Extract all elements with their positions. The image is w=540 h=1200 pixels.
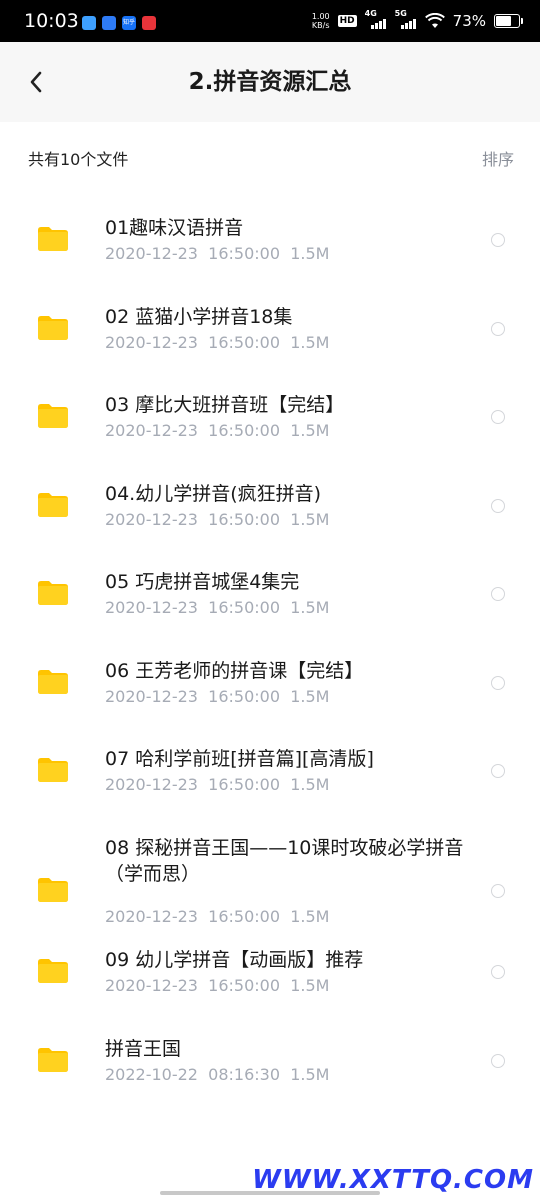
file-meta: 2020-12-23 16:50:00 1.5M bbox=[105, 775, 330, 794]
status-app-icons: 知乎 bbox=[82, 16, 156, 30]
file-row[interactable]: 02 蓝猫小学拼音18集 2020-12-23 16:50:00 1.5M bbox=[0, 302, 540, 374]
file-row[interactable]: 07 哈利学前班[拼音篇][高清版] 2020-12-23 16:50:00 1.… bbox=[0, 744, 540, 816]
wifi-icon bbox=[424, 13, 445, 28]
file-row[interactable]: 05 巧虎拼音城堡4集完 2020-12-23 16:50:00 1.5M bbox=[0, 567, 540, 639]
select-radio[interactable] bbox=[491, 499, 505, 513]
folder-icon bbox=[37, 877, 69, 903]
signal-4g-icon: 4G bbox=[364, 9, 387, 31]
folder-icon bbox=[37, 403, 69, 429]
file-meta: 2020-12-23 16:50:00 1.5M bbox=[105, 333, 330, 352]
app-notification-icon bbox=[102, 16, 116, 30]
file-meta: 2020-12-23 16:50:00 1.5M bbox=[105, 687, 330, 706]
select-radio[interactable] bbox=[491, 410, 505, 424]
file-name: 05 巧虎拼音城堡4集完 bbox=[105, 571, 300, 593]
select-radio[interactable] bbox=[491, 884, 505, 898]
status-indicators: 1.00 KB/s HD 4G 5G 73% bbox=[312, 9, 523, 33]
app-notification-icon: 知乎 bbox=[122, 16, 136, 30]
screen: 10:03 知乎 1.00 KB/s HD 4G 5G 73% 2.拼音资源汇总… bbox=[0, 0, 540, 1200]
file-meta: 2020-12-23 16:50:00 1.5M bbox=[105, 244, 330, 263]
file-name: 04.幼儿学拼音(疯狂拼音) bbox=[105, 483, 322, 505]
file-row[interactable]: 09 幼儿学拼音【动画版】推荐 2020-12-23 16:50:00 1.5M bbox=[0, 945, 540, 1017]
file-meta: 2020-12-23 16:50:00 1.5M bbox=[105, 598, 330, 617]
hd-voice-icon: HD bbox=[337, 15, 357, 27]
file-meta: 2020-12-23 16:50:00 1.5M bbox=[105, 907, 330, 926]
file-row[interactable]: 06 王芳老师的拼音课【完结】 2020-12-23 16:50:00 1.5M bbox=[0, 656, 540, 728]
signal-5g-label: 5G bbox=[394, 9, 407, 18]
battery-icon bbox=[494, 14, 523, 28]
folder-icon bbox=[37, 226, 69, 252]
app-notification-icon bbox=[82, 16, 96, 30]
file-row[interactable]: 01趣味汉语拼音 2020-12-23 16:50:00 1.5M bbox=[0, 213, 540, 285]
signal-5g-icon: 5G bbox=[394, 9, 417, 31]
nav-header: 2.拼音资源汇总 bbox=[0, 42, 540, 122]
page-title: 2.拼音资源汇总 bbox=[188, 69, 352, 95]
select-radio[interactable] bbox=[491, 676, 505, 690]
file-name: 09 幼儿学拼音【动画版】推荐 bbox=[105, 949, 364, 971]
app-notification-icon bbox=[142, 16, 156, 30]
status-bar: 10:03 知乎 1.00 KB/s HD 4G 5G 73% bbox=[0, 0, 540, 42]
file-meta: 2022-10-22 08:16:30 1.5M bbox=[105, 1065, 330, 1084]
file-name: 08 探秘拼音王国——10课时攻破必学拼音（学而思） bbox=[105, 837, 464, 885]
select-radio[interactable] bbox=[491, 764, 505, 778]
folder-icon bbox=[37, 757, 69, 783]
folder-icon bbox=[37, 580, 69, 606]
file-meta: 2020-12-23 16:50:00 1.5M bbox=[105, 976, 330, 995]
select-radio[interactable] bbox=[491, 1054, 505, 1068]
file-row[interactable]: 04.幼儿学拼音(疯狂拼音) 2020-12-23 16:50:00 1.5M bbox=[0, 479, 540, 551]
select-radio[interactable] bbox=[491, 233, 505, 247]
network-speed-value: 1.00 bbox=[311, 12, 330, 21]
file-name: 07 哈利学前班[拼音篇][高清版] bbox=[105, 748, 374, 770]
file-name: 拼音王国 bbox=[105, 1038, 182, 1060]
file-name: 06 王芳老师的拼音课【完结】 bbox=[105, 660, 364, 682]
sort-button[interactable]: 排序 bbox=[482, 149, 514, 171]
file-meta: 2020-12-23 16:50:00 1.5M bbox=[105, 510, 330, 529]
file-meta: 2020-12-23 16:50:00 1.5M bbox=[105, 421, 330, 440]
file-name: 01趣味汉语拼音 bbox=[105, 217, 244, 239]
folder-icon bbox=[37, 958, 69, 984]
folder-icon bbox=[37, 1047, 69, 1073]
file-row[interactable]: 08 探秘拼音王国——10课时攻破必学拼音（学而思） 2020-12-23 16:… bbox=[0, 833, 540, 933]
file-count-label: 共有10个文件 bbox=[28, 150, 129, 169]
network-speed-unit: KB/s bbox=[311, 21, 330, 30]
battery-percent: 73% bbox=[452, 12, 486, 30]
folder-icon bbox=[37, 315, 69, 341]
file-name: 02 蓝猫小学拼音18集 bbox=[105, 306, 293, 328]
file-row[interactable]: 拼音王国 2022-10-22 08:16:30 1.5M bbox=[0, 1034, 540, 1106]
folder-icon bbox=[37, 669, 69, 695]
select-radio[interactable] bbox=[491, 587, 505, 601]
select-radio[interactable] bbox=[491, 322, 505, 336]
home-indicator[interactable] bbox=[160, 1191, 380, 1195]
file-name: 03 摩比大班拼音班【完结】 bbox=[105, 394, 345, 416]
select-radio[interactable] bbox=[491, 965, 505, 979]
folder-icon bbox=[37, 492, 69, 518]
status-time: 10:03 bbox=[24, 10, 79, 32]
signal-4g-label: 4G bbox=[364, 9, 377, 18]
file-row[interactable]: 03 摩比大班拼音班【完结】 2020-12-23 16:50:00 1.5M bbox=[0, 390, 540, 462]
network-speed: 1.00 KB/s bbox=[312, 12, 330, 30]
